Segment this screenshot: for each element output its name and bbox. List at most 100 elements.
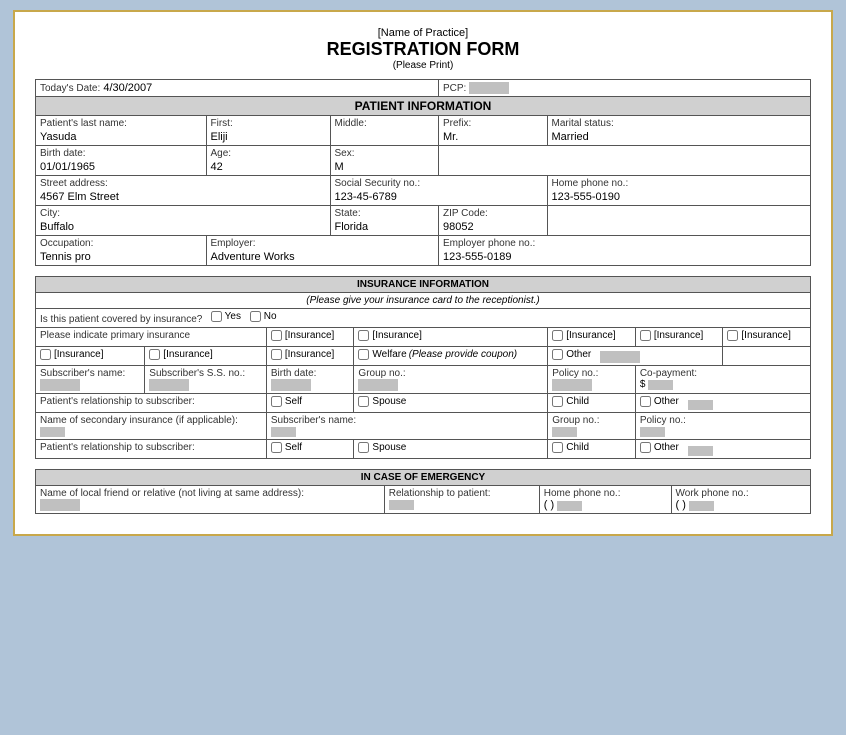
occupation-label: Occupation: xyxy=(40,238,202,249)
employer-phone-label: Employer phone no.: xyxy=(443,238,806,249)
ins-label-3: [Insurance] xyxy=(566,330,615,341)
rel2-label-cell: Patient's relationship to subscriber: xyxy=(36,440,267,459)
ins2-opt-2: [Insurance] xyxy=(145,347,267,366)
copay-label: Co-payment: xyxy=(640,368,806,379)
prefix-value: Mr. xyxy=(443,129,543,143)
practice-name: [Name of Practice] xyxy=(35,27,811,39)
em-friend-box xyxy=(40,499,80,511)
street-row: Street address: 4567 Elm Street Social S… xyxy=(36,176,811,206)
zip-value: 98052 xyxy=(443,219,543,233)
rel-self-cell: Self xyxy=(266,394,354,413)
form-subtitle: (Please Print) xyxy=(35,60,811,71)
ins-check-5[interactable] xyxy=(727,330,738,341)
primary-ins-row2: [Insurance] [Insurance] [Insurance] Welf… xyxy=(36,347,811,366)
ins2-check-2[interactable] xyxy=(149,349,160,360)
ins-check-2[interactable] xyxy=(358,330,369,341)
rel-child-cell: Child xyxy=(548,394,636,413)
marital-value: Married xyxy=(552,129,807,143)
covered-row: Is this patient covered by insurance? Ye… xyxy=(36,309,811,328)
ins-check-3[interactable] xyxy=(552,330,563,341)
sub-policy-box xyxy=(552,379,592,391)
patient-header-row: PATIENT INFORMATION xyxy=(36,97,811,116)
welfare-note: (Please provide coupon) xyxy=(409,349,517,360)
ins-opt-4: [Insurance] xyxy=(635,328,723,347)
copay-box xyxy=(648,380,673,390)
occupation-row: Occupation: Tennis pro Employer: Adventu… xyxy=(36,236,811,266)
home-phone-value: 123-555-0190 xyxy=(552,189,807,203)
secondary-box xyxy=(40,427,65,437)
date-cell: Today's Date: 4/30/2007 xyxy=(36,80,439,97)
rel-child-check[interactable] xyxy=(552,396,563,407)
middle-value xyxy=(335,129,435,143)
copay-cell: Co-payment: $ xyxy=(635,366,810,394)
other-value-box xyxy=(600,351,640,363)
occupation-cell: Occupation: Tennis pro xyxy=(36,236,207,266)
ins2-opt-1: [Insurance] xyxy=(36,347,145,366)
rel-spouse-check[interactable] xyxy=(358,396,369,407)
employer-phone-cell: Employer phone no.: 123-555-0189 xyxy=(439,236,811,266)
ssn-cell: Social Security no.: 123-45-6789 xyxy=(330,176,547,206)
rel2-spouse-cell: Spouse xyxy=(354,440,548,459)
primary-ins-row1: Please indicate primary insurance [Insur… xyxy=(36,328,811,347)
rel2-other-box xyxy=(688,446,713,456)
ins-check-1[interactable] xyxy=(271,330,282,341)
rel2-self-check[interactable] xyxy=(271,442,282,453)
pcp-label: PCP: xyxy=(443,83,466,94)
age-value: 42 xyxy=(211,159,326,173)
rel-label: Patient's relationship to subscriber: xyxy=(40,396,195,407)
ins2-label-2: [Insurance] xyxy=(163,349,212,360)
yes-checkbox[interactable] xyxy=(211,311,222,322)
rel-label-cell: Patient's relationship to subscriber: xyxy=(36,394,267,413)
rel-other-check[interactable] xyxy=(640,396,651,407)
welfare-check[interactable] xyxy=(358,349,369,360)
relationship-row2: Patient's relationship to subscriber: Se… xyxy=(36,440,811,459)
sub-birth-box xyxy=(271,379,311,391)
ins-label-1: [Insurance] xyxy=(285,330,334,341)
no-checkbox-item[interactable]: No xyxy=(250,311,277,322)
em-work-phone-format: ( ) xyxy=(676,497,686,511)
ins2-check-1[interactable] xyxy=(40,349,51,360)
insurance-header: INSURANCE INFORMATION xyxy=(36,277,811,293)
secondary-sub-label: Subscriber's name: xyxy=(271,415,543,426)
zip-cell: ZIP Code: 98052 xyxy=(439,206,548,236)
em-work-phone-label: Work phone no.: xyxy=(676,488,807,499)
insurance-table: INSURANCE INFORMATION (Please give your … xyxy=(35,276,811,459)
dollar-sign: $ xyxy=(640,379,646,390)
marital-cell: Marital status: Married xyxy=(547,116,811,146)
ins-label-4: [Insurance] xyxy=(654,330,703,341)
secondary-sub-cell: Subscriber's name: xyxy=(266,413,547,440)
rel-spouse-cell: Spouse xyxy=(354,394,548,413)
subscriber-row: Subscriber's name: Subscriber's S.S. no.… xyxy=(36,366,811,394)
employer-value: Adventure Works xyxy=(211,249,435,263)
insurance-note: (Please give your insurance card to the … xyxy=(306,295,539,306)
other-check[interactable] xyxy=(552,349,563,360)
other-cell: Other xyxy=(548,347,723,366)
employer-label: Employer: xyxy=(211,238,435,249)
rel-self-check[interactable] xyxy=(271,396,282,407)
sub-group-label: Group no.: xyxy=(358,368,543,379)
rel-child-label: Child xyxy=(566,396,589,407)
secondary-row: Name of secondary insurance (if applicab… xyxy=(36,413,811,440)
sub-name-box xyxy=(40,379,80,391)
rel2-child-cell: Child xyxy=(548,440,636,459)
age-cell: Age: 42 xyxy=(206,146,330,176)
ins2-check-3[interactable] xyxy=(271,349,282,360)
yes-checkbox-item[interactable]: Yes xyxy=(211,311,241,322)
em-home-phone-label: Home phone no.: xyxy=(544,488,667,499)
employer-cell: Employer: Adventure Works xyxy=(206,236,439,266)
rel2-spouse-check[interactable] xyxy=(358,442,369,453)
state-cell: State: Florida xyxy=(330,206,439,236)
zip-label: ZIP Code: xyxy=(443,208,543,219)
ins-check-4[interactable] xyxy=(640,330,651,341)
last-name-label: Patient's last name: xyxy=(40,118,202,129)
rel2-other-check[interactable] xyxy=(640,442,651,453)
sub-name-label: Subscriber's name: xyxy=(40,368,140,379)
em-home-phone-cell: Home phone no.: ( ) xyxy=(539,486,671,514)
state-value: Florida xyxy=(335,219,435,233)
rel2-self-label: Self xyxy=(285,442,302,453)
no-checkbox[interactable] xyxy=(250,311,261,322)
prefix-cell: Prefix: Mr. xyxy=(439,116,548,146)
rel2-child-check[interactable] xyxy=(552,442,563,453)
middle-label: Middle: xyxy=(335,118,435,129)
welfare-cell: Welfare (Please provide coupon) xyxy=(354,347,548,366)
